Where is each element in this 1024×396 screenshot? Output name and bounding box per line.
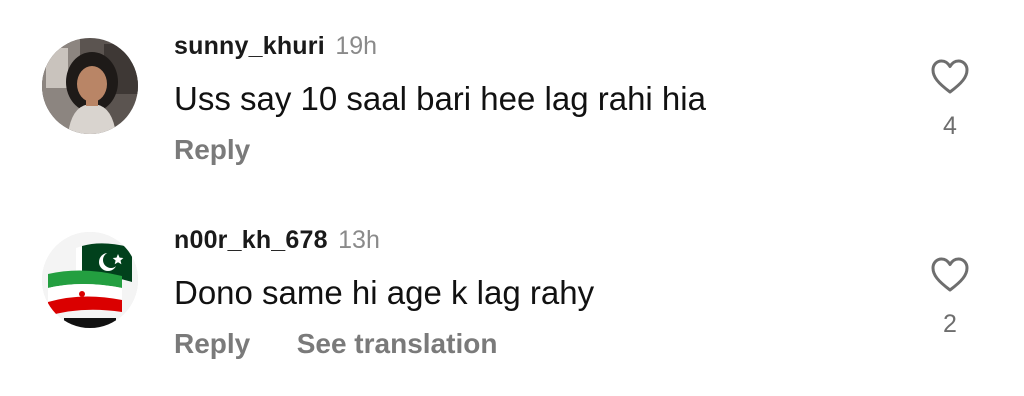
like-control: 2 bbox=[922, 256, 978, 339]
flags-avatar bbox=[42, 232, 138, 328]
comment-item: n00r_kh_678 13h Dono same hi age k lag r… bbox=[0, 200, 1024, 396]
username[interactable]: sunny_khuri bbox=[174, 32, 325, 60]
comment-header: n00r_kh_678 13h bbox=[174, 226, 380, 255]
reply-button[interactable]: Reply bbox=[174, 328, 250, 360]
comment-actions: Reply See translation bbox=[174, 328, 539, 360]
comment-actions: Reply bbox=[174, 134, 292, 166]
heart-outline-icon[interactable] bbox=[930, 58, 970, 96]
comment-text: Dono same hi age k lag rahy bbox=[174, 274, 595, 311]
timestamp: 19h bbox=[335, 32, 378, 60]
comment-header: sunny_khuri 19h bbox=[174, 32, 377, 61]
like-count: 4 bbox=[943, 112, 957, 140]
avatar[interactable] bbox=[42, 38, 138, 134]
iran-flag-icon bbox=[48, 270, 122, 316]
timestamp: 13h bbox=[338, 226, 380, 254]
reply-button[interactable]: Reply bbox=[174, 134, 250, 166]
like-control: 4 bbox=[922, 58, 978, 141]
comment-text: Uss say 10 saal bari hee lag rahi hia bbox=[174, 80, 706, 117]
username[interactable]: n00r_kh_678 bbox=[174, 226, 328, 254]
avatar[interactable] bbox=[42, 232, 138, 328]
comment-item: sunny_khuri 19h Uss say 10 saal bari hee… bbox=[0, 0, 1024, 200]
avatar-photo bbox=[42, 38, 138, 134]
heart-outline-icon[interactable] bbox=[930, 256, 970, 294]
see-translation-button[interactable]: See translation bbox=[297, 328, 498, 360]
like-count: 2 bbox=[943, 310, 957, 338]
